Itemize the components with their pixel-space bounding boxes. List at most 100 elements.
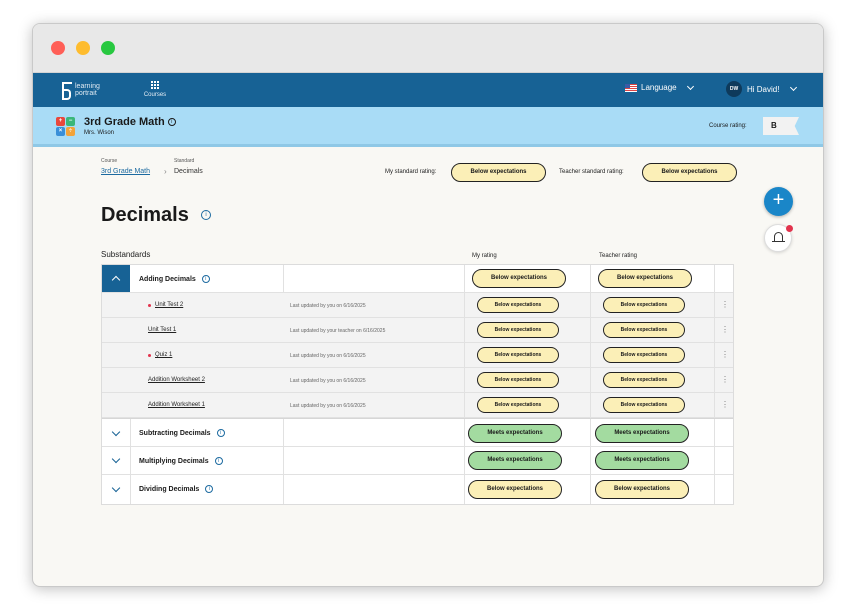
substandard-title[interactable]: Multiplying Decimals i <box>139 457 223 465</box>
assessment-link[interactable]: Addition Worksheet 2 <box>148 377 205 383</box>
chevron-down-icon <box>790 83 798 92</box>
my-rating-badge[interactable]: Below expectations <box>477 372 559 388</box>
last-updated: Last updated by your teacher on 6/16/202… <box>290 328 386 334</box>
info-icon[interactable]: i <box>216 429 225 437</box>
chevron-down-icon <box>686 82 694 90</box>
collapse-toggle[interactable] <box>102 265 130 292</box>
assessment-link[interactable]: Unit Test 2 <box>155 302 183 308</box>
course-title: 3rd Grade Math i <box>84 116 176 128</box>
expand-toggle[interactable] <box>102 447 130 474</box>
browser-window: learning portrait Courses Language DW Hi… <box>32 23 824 587</box>
close-window-button[interactable] <box>51 41 65 55</box>
user-menu[interactable]: DW Hi David! <box>726 81 798 97</box>
add-button[interactable]: + <box>764 187 793 216</box>
last-updated: Last updated by you on 6/16/2025 <box>290 403 366 409</box>
breadcrumb-course-label: Course <box>101 158 118 164</box>
teacher-rating-badge: Below expectations <box>598 269 692 288</box>
teacher-rating-badge: Below expectations <box>603 297 685 313</box>
logo-text: learning portrait <box>75 83 100 97</box>
my-rating-badge[interactable]: Below expectations <box>477 397 559 413</box>
teacher-rating-column-header: Teacher rating <box>599 253 638 259</box>
more-options-icon[interactable]: ⋮ <box>721 401 729 409</box>
substandard-title[interactable]: Dividing Decimals i <box>139 485 214 493</box>
teacher-rating-badge: Below expectations <box>603 397 685 413</box>
teacher-rating-badge: Meets expectations <box>595 451 689 470</box>
last-updated: Last updated by you on 6/16/2025 <box>290 353 366 359</box>
chevron-down-icon <box>111 454 121 464</box>
assessment-link[interactable]: Unit Test 1 <box>148 327 176 333</box>
bell-icon <box>772 232 785 243</box>
course-rating-badge: B <box>763 117 799 135</box>
app-header: learning portrait Courses Language DW Hi… <box>33 73 823 107</box>
substandards-heading: Substandards <box>101 250 151 259</box>
info-icon[interactable]: i <box>205 485 214 493</box>
table-row: Multiplying Decimals i Meets expectations… <box>102 447 733 475</box>
more-options-icon[interactable]: ⋮ <box>721 326 729 334</box>
table-row: Quiz 1 Last updated by you on 6/16/2025 … <box>102 343 733 368</box>
maximize-window-button[interactable] <box>101 41 115 55</box>
last-updated: Last updated by you on 6/16/2025 <box>290 303 366 309</box>
new-indicator <box>148 304 151 307</box>
teacher-rating-badge: Below expectations <box>595 480 689 499</box>
my-standard-rating-badge: Below expectations <box>451 163 546 182</box>
table-row: Dividing Decimals i Below expectations Be… <box>102 475 733 504</box>
my-rating-badge[interactable]: Below expectations <box>477 347 559 363</box>
my-rating-badge: Meets expectations <box>468 424 562 443</box>
logo-mark-icon <box>62 82 72 100</box>
info-icon[interactable]: i <box>167 118 176 127</box>
minimize-window-button[interactable] <box>76 41 90 55</box>
expand-toggle[interactable] <box>102 419 130 446</box>
teacher-rating-badge: Below expectations <box>603 322 685 338</box>
teacher-rating-badge: Meets expectations <box>595 424 689 443</box>
table-row: Addition Worksheet 2 Last updated by you… <box>102 368 733 393</box>
language-label: Language <box>641 83 677 92</box>
notifications-button[interactable] <box>764 224 793 252</box>
avatar: DW <box>726 81 742 97</box>
info-icon[interactable]: i <box>214 457 223 465</box>
info-icon[interactable]: i <box>201 210 211 220</box>
my-rating-badge[interactable]: Below expectations <box>477 297 559 313</box>
window-titlebar <box>33 24 823 73</box>
substandard-title[interactable]: Subtracting Decimals i <box>139 429 225 437</box>
breadcrumb-standard-label: Standard <box>174 158 195 164</box>
table-row: Addition Worksheet 1 Last updated by you… <box>102 393 733 418</box>
course-teacher: Mrs. Wison <box>84 130 114 136</box>
teacher-rating-badge: Below expectations <box>603 372 685 388</box>
more-options-icon[interactable]: ⋮ <box>721 376 729 384</box>
assessment-link[interactable]: Addition Worksheet 1 <box>148 402 205 408</box>
my-rating-badge[interactable]: Below expectations <box>477 322 559 338</box>
breadcrumb-course-link[interactable]: 3rd Grade Math <box>101 168 150 175</box>
chevron-down-icon <box>111 427 121 437</box>
courses-nav[interactable]: Courses <box>142 79 168 98</box>
info-icon[interactable]: i <box>201 275 210 283</box>
substandards-table: Adding Decimals i Below expectations Belo… <box>101 264 734 505</box>
table-row: Unit Test 1 Last updated by your teacher… <box>102 318 733 343</box>
my-rating-badge: Below expectations <box>472 269 566 288</box>
more-options-icon[interactable]: ⋮ <box>721 351 729 359</box>
new-indicator <box>148 354 151 357</box>
table-row: Unit Test 2 Last updated by you on 6/16/… <box>102 293 733 318</box>
grid-icon <box>151 81 159 89</box>
assessment-link[interactable]: Quiz 1 <box>155 352 172 358</box>
my-rating-column-header: My rating <box>472 253 497 259</box>
last-updated: Last updated by you on 6/16/2025 <box>290 378 366 384</box>
teacher-standard-rating-badge: Below expectations <box>642 163 737 182</box>
teacher-standard-rating-label: Teacher standard rating: <box>559 169 624 175</box>
course-header: + − × ÷ 3rd Grade Math i Mrs. Wison Course… <box>33 107 823 147</box>
courses-label: Courses <box>143 92 167 98</box>
course-rating-label: Course rating: <box>709 123 747 129</box>
expand-toggle[interactable] <box>102 475 130 504</box>
notification-badge <box>786 225 793 232</box>
us-flag-icon <box>625 83 637 92</box>
my-rating-badge: Below expectations <box>468 480 562 499</box>
chevron-right-icon: › <box>164 167 167 176</box>
table-row: Subtracting Decimals i Meets expectations… <box>102 418 733 447</box>
substandard-title[interactable]: Adding Decimals i <box>139 275 210 283</box>
more-options-icon[interactable]: ⋮ <box>721 301 729 309</box>
language-selector[interactable]: Language <box>625 82 694 92</box>
my-rating-badge: Meets expectations <box>468 451 562 470</box>
chevron-down-icon <box>111 483 121 493</box>
chevron-up-icon <box>111 275 121 285</box>
greeting: Hi David! <box>747 84 780 94</box>
learning-portrait-logo[interactable]: learning portrait <box>62 80 115 100</box>
